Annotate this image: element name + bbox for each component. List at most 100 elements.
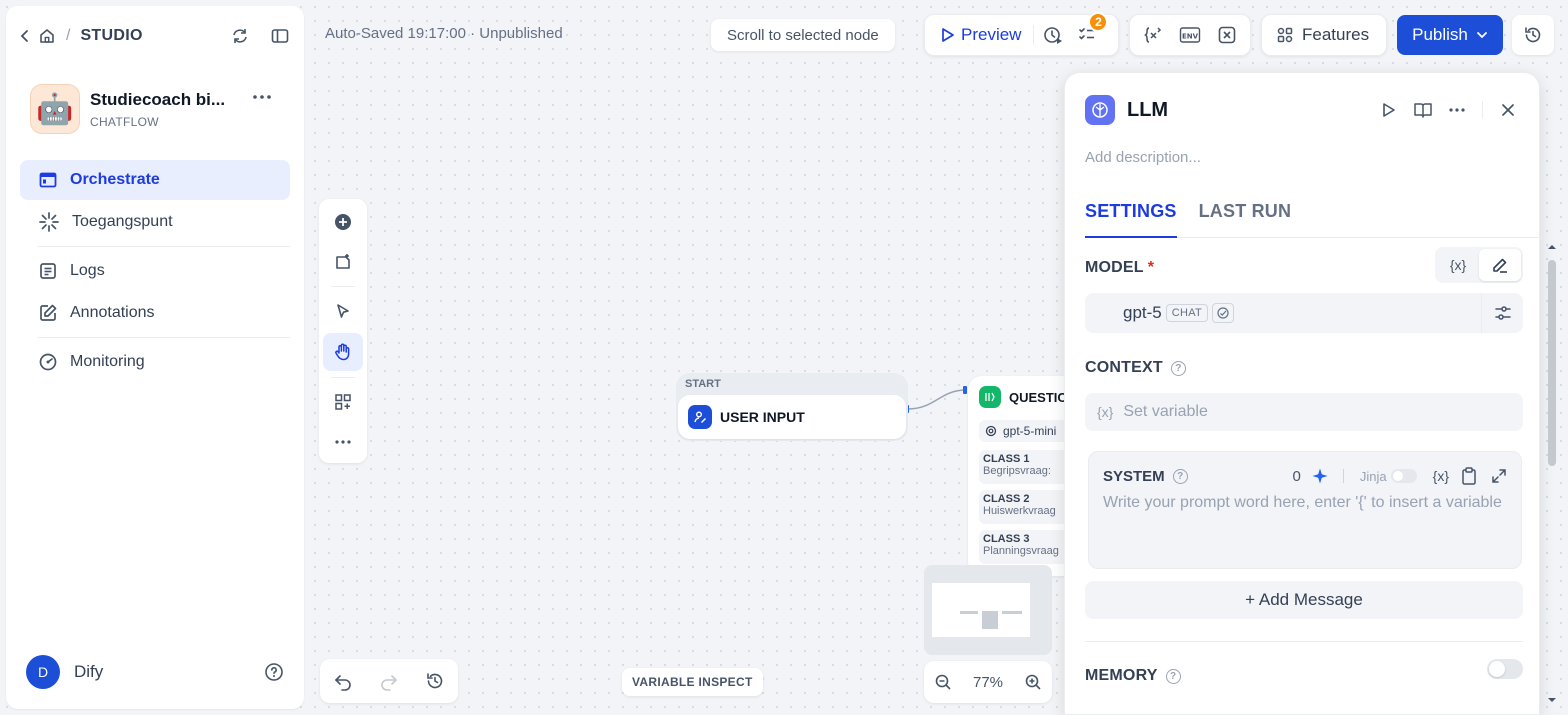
svg-text:ENV: ENV — [1182, 33, 1199, 41]
zoom-in-icon[interactable] — [1024, 673, 1042, 691]
model-mode-toggle: {x} — [1435, 247, 1523, 283]
zoom-out-icon[interactable] — [934, 673, 952, 691]
variable-mode-button[interactable]: {x} — [1437, 249, 1479, 281]
question-classifier-node[interactable]: QUESTIO gpt-5-mini CLASS 1 Begripsvraag: … — [968, 376, 1068, 576]
close-icon — [1501, 103, 1515, 117]
vision-icon — [1212, 303, 1235, 323]
scroll-down-icon[interactable] — [1545, 695, 1559, 705]
add-message-button[interactable]: + Add Message — [1085, 581, 1523, 619]
help-docs-button[interactable] — [1406, 95, 1440, 125]
zoom-level[interactable]: 77% — [973, 674, 1003, 691]
description-input[interactable]: Add description... — [1085, 149, 1201, 166]
preview-button[interactable]: Preview — [931, 18, 1031, 52]
pointer-mode-button[interactable] — [323, 293, 363, 331]
checklist-button[interactable]: 2 — [1070, 12, 1109, 52]
scrollbar-thumb[interactable] — [1548, 260, 1556, 466]
publish-label: Publish — [1412, 25, 1468, 44]
insert-variable-button[interactable]: {x} — [1433, 468, 1449, 484]
help-icon[interactable]: ? — [1170, 360, 1186, 376]
scroll-to-selected-button[interactable]: Scroll to selected node — [711, 19, 895, 51]
env-variables-button[interactable]: ENV — [1173, 18, 1207, 52]
tab-settings[interactable]: SETTINGS — [1085, 201, 1177, 238]
sidebar-item-orchestrate[interactable]: Orchestrate — [20, 160, 290, 200]
system-prompt-placeholder: Write your prompt word here, enter '{' t… — [1103, 494, 1502, 511]
model-params-button[interactable] — [1481, 293, 1523, 333]
class-item-1: CLASS 1 Begripsvraag: — [979, 450, 1068, 484]
conversation-variables-button[interactable] — [1136, 18, 1170, 52]
hand-mode-button[interactable] — [323, 333, 363, 371]
more-tools-button[interactable] — [323, 423, 363, 461]
run-history-button[interactable] — [1036, 18, 1070, 52]
breadcrumb-studio[interactable]: STUDIO — [80, 27, 142, 45]
run-node-button[interactable] — [1372, 95, 1406, 125]
features-button[interactable]: Features — [1262, 25, 1383, 45]
sidebar-item-toegangspunt[interactable]: Toegangspunt — [20, 202, 290, 242]
sidebar-item-logs[interactable]: Logs — [20, 251, 290, 291]
help-icon[interactable] — [264, 662, 284, 682]
undo-icon[interactable] — [333, 671, 353, 691]
home-icon[interactable] — [38, 27, 56, 45]
add-note-button[interactable] — [323, 243, 363, 281]
minimap[interactable] — [924, 565, 1052, 655]
panel-scrollbar[interactable] — [1545, 240, 1559, 705]
history-icon[interactable] — [425, 671, 445, 691]
version-history-button[interactable] — [1512, 15, 1554, 55]
tab-last-run[interactable]: LAST RUN — [1199, 201, 1292, 238]
sidebar-item-annotations[interactable]: Annotations — [20, 293, 290, 333]
panel-title[interactable]: LLM — [1127, 99, 1372, 122]
jinja-toggle[interactable] — [1390, 469, 1417, 483]
zoom-control: 77% — [924, 661, 1052, 703]
user-menu[interactable]: D Dify — [26, 655, 284, 689]
sidebar-header: / STUDIO — [20, 24, 290, 48]
more-icon — [334, 439, 352, 445]
sidebar-item-monitoring[interactable]: Monitoring — [20, 342, 290, 382]
collapse-sidebar-icon[interactable] — [270, 26, 290, 46]
section-divider — [1085, 641, 1523, 642]
global-variables-button[interactable] — [1210, 18, 1244, 52]
access-point-icon — [38, 211, 60, 233]
pencil-icon — [1491, 256, 1509, 274]
close-panel-button[interactable] — [1491, 95, 1525, 125]
publish-button[interactable]: Publish — [1397, 15, 1503, 55]
system-prompt-header: SYSTEM ? 0 Jinja {x} — [1103, 464, 1507, 488]
logs-icon — [38, 261, 58, 281]
more-icon[interactable] — [252, 94, 272, 100]
start-node-title: USER INPUT — [720, 409, 805, 425]
question-node-title: QUESTIO — [1009, 389, 1068, 405]
edit-mode-button[interactable] — [1479, 249, 1521, 281]
more-options-button[interactable] — [1440, 95, 1474, 125]
class-title: CLASS 3 — [983, 533, 1030, 545]
organize-nodes-button[interactable] — [323, 384, 363, 422]
nav-divider — [38, 246, 290, 247]
redo-icon[interactable] — [379, 671, 399, 691]
help-icon[interactable]: ? — [1165, 668, 1181, 684]
expand-icon[interactable] — [1491, 468, 1507, 484]
history-icon — [1523, 25, 1543, 45]
cursor-icon — [334, 303, 352, 321]
sparkle-icon[interactable] — [1311, 467, 1329, 485]
clipboard-icon[interactable] — [1461, 467, 1477, 485]
start-node[interactable]: START USER INPUT — [676, 373, 908, 441]
chevron-left-icon[interactable] — [20, 29, 30, 43]
context-variable-input[interactable]: {x} Set variable — [1085, 393, 1523, 431]
system-prompt-editor[interactable]: SYSTEM ? 0 Jinja {x} Write your prompt w… — [1088, 451, 1522, 569]
class-desc: Huiswerkvraag — [983, 505, 1056, 517]
model-selector[interactable]: gpt-5 CHAT — [1085, 293, 1523, 333]
variable-inspect-button[interactable]: VARIABLE INSPECT — [622, 668, 763, 696]
help-icon[interactable]: ? — [1172, 468, 1188, 484]
add-node-button[interactable] — [323, 203, 363, 241]
memory-section: MEMORY ? — [1085, 659, 1523, 685]
plus-circle-icon — [333, 212, 353, 232]
minimap-viewport — [932, 583, 1030, 637]
class-item-2: CLASS 2 Huiswerkvraag — [979, 490, 1068, 524]
context-section-label: CONTEXT ? — [1085, 359, 1186, 377]
memory-label: MEMORY — [1085, 667, 1158, 684]
app-info[interactable]: 🤖 Studiecoach bi... CHATFLOW — [30, 84, 225, 134]
memory-toggle[interactable] — [1487, 659, 1523, 679]
switch-app-icon[interactable] — [230, 26, 250, 46]
class-desc: Begripsvraag: — [983, 465, 1051, 477]
sidebar-item-label: Monitoring — [70, 353, 145, 370]
scroll-up-icon[interactable] — [1545, 242, 1559, 252]
required-mark: * — [1147, 259, 1155, 276]
book-open-icon — [1413, 101, 1433, 119]
